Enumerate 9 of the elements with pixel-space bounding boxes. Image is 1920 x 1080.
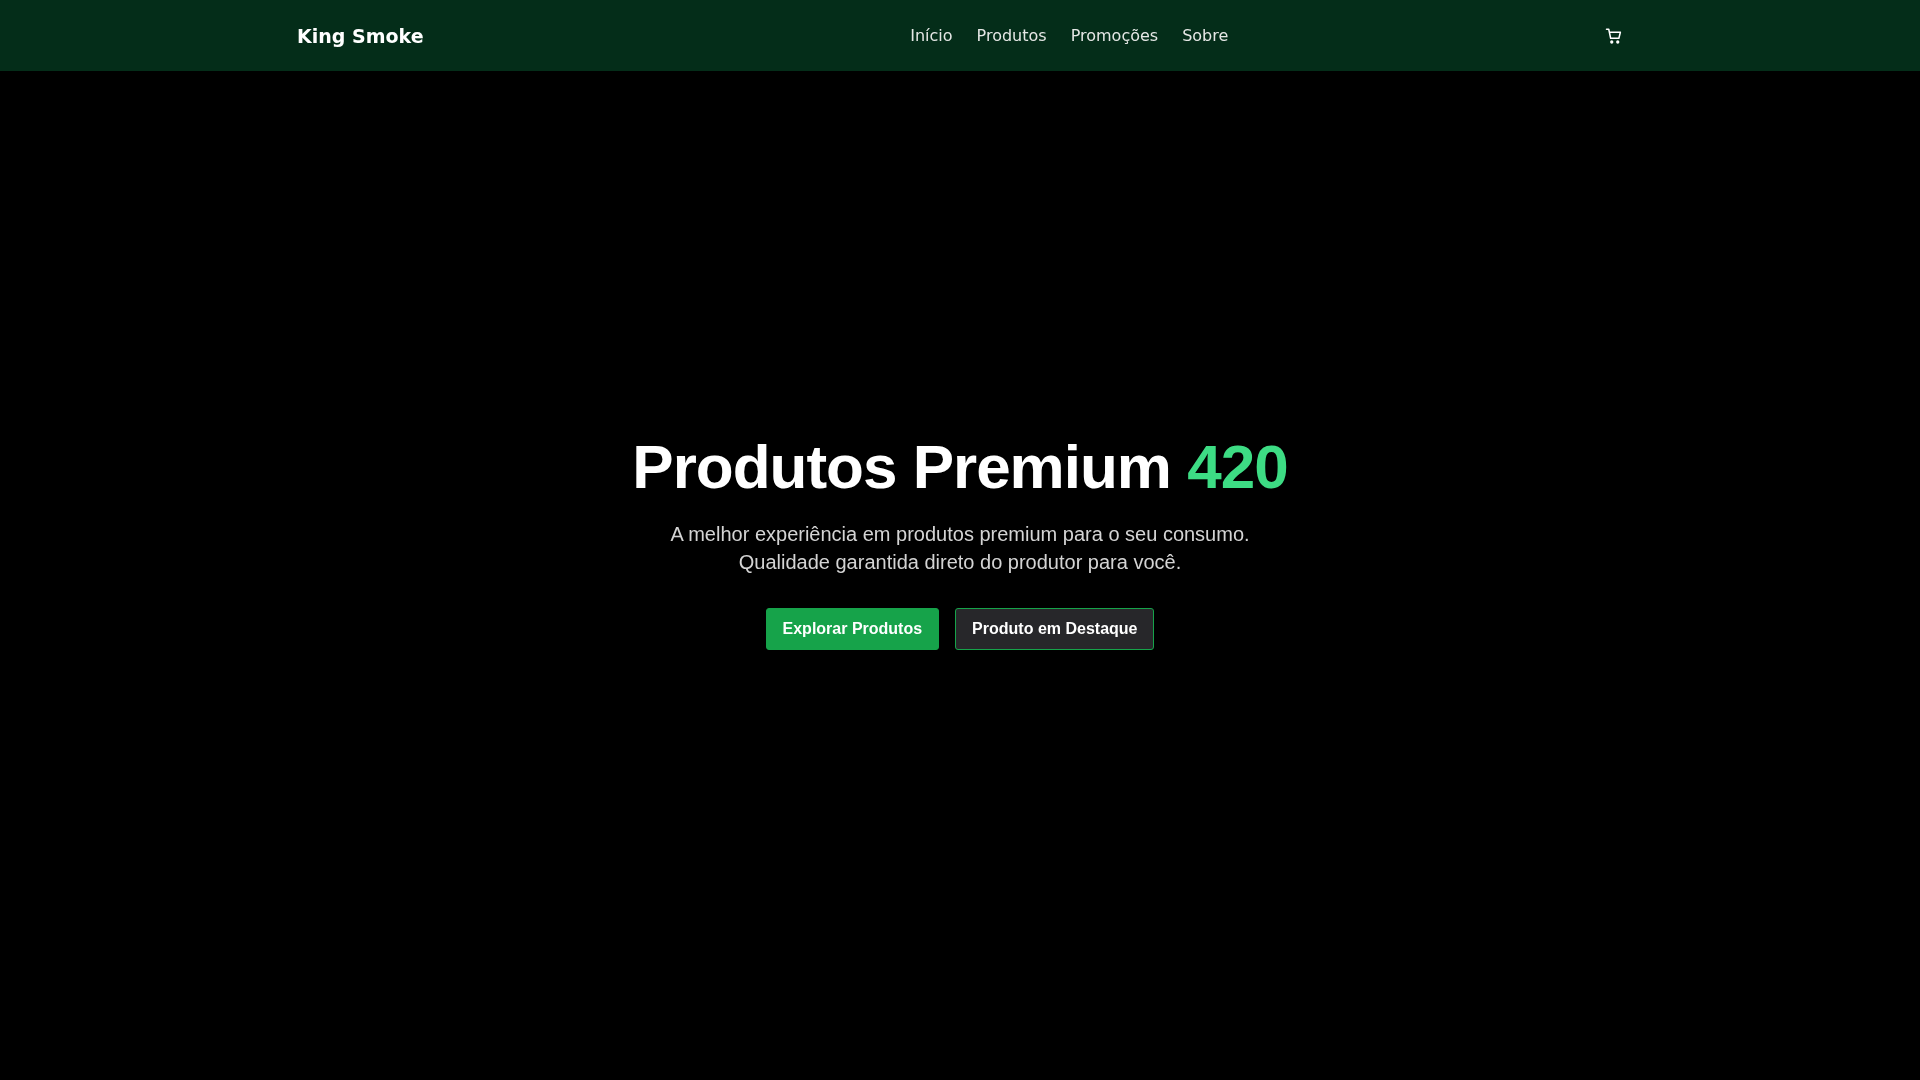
featured-button[interactable]: Produto em Destaque	[955, 608, 1155, 650]
hero-title: Produtos Premium 420	[632, 431, 1288, 502]
nav-link[interactable]: Produtos	[976, 26, 1047, 45]
site-logo[interactable]: King Smoke	[297, 24, 424, 47]
hero-subtitle: A melhor experiência em produtos premium para o seu consumo. Qualidade garantida direto do produtor para você.	[670, 522, 1250, 575]
cart-icon[interactable]	[1605, 26, 1623, 45]
nav-link[interactable]: Início	[910, 26, 953, 45]
nav-link[interactable]: Sobre	[1182, 26, 1229, 45]
nav-link[interactable]: Promoções	[1070, 26, 1159, 45]
